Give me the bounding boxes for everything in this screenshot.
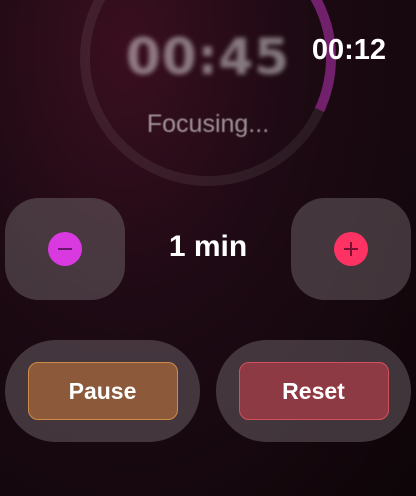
increase-duration-button[interactable] <box>291 198 411 300</box>
clock-time: 00:12 <box>311 34 386 66</box>
pause-button[interactable]: Pause <box>27 362 178 420</box>
reset-button-container: Reset <box>216 340 411 442</box>
status-label: Focusing... <box>146 110 270 138</box>
reset-button[interactable]: Reset <box>238 362 389 420</box>
plus-circle-icon <box>334 232 368 266</box>
pause-button-container: Pause <box>5 340 200 442</box>
